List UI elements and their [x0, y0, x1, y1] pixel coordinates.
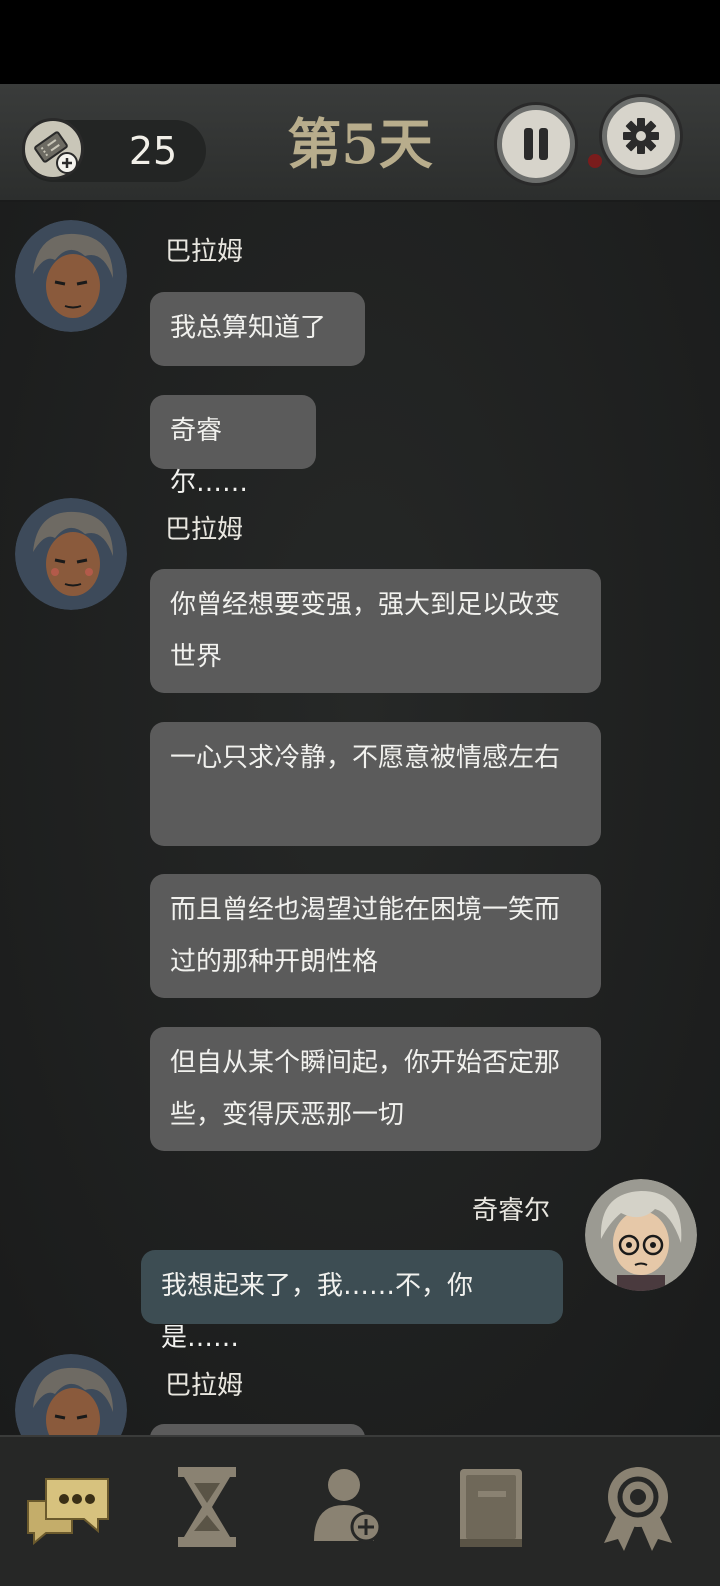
- add-contact-icon: [314, 1469, 382, 1543]
- message-bubble[interactable]: 我总算知道了: [150, 292, 365, 366]
- tab-chat[interactable]: [20, 1457, 120, 1557]
- message-bubble[interactable]: 奇睿尔……: [150, 395, 316, 498]
- chat-area[interactable]: 巴拉姆 我总算知道了 奇睿尔…… 巴拉姆 你曾经想要变强，强大到足以改变世界 一…: [0, 202, 720, 1435]
- message-bubble[interactable]: 但自从某个瞬间起，你开始否定那些，变得厌恶那一切: [150, 1027, 601, 1151]
- status-bar: [0, 0, 720, 84]
- book-icon: [460, 1469, 522, 1547]
- top-bar: 25 第5天: [0, 84, 720, 202]
- tab-contacts[interactable]: [300, 1457, 400, 1557]
- message-bubble[interactable]: 而且曾经也渴望过能在困境一笑而过的那种开朗性格: [150, 874, 601, 998]
- tab-journal[interactable]: [440, 1457, 540, 1557]
- tab-timeline[interactable]: [158, 1457, 258, 1557]
- add-ticket-button[interactable]: [22, 118, 84, 180]
- message-bubble[interactable]: 你曾经想要变强，强大到足以改变世界: [150, 569, 601, 693]
- bottom-tab-bar: [0, 1435, 720, 1586]
- blood-stain: [588, 154, 602, 168]
- avatar-baram[interactable]: [15, 1354, 127, 1435]
- avatar-qiruier[interactable]: [585, 1179, 697, 1291]
- message-bubble-self[interactable]: 我想起来了，我……不，你是……: [141, 1250, 563, 1353]
- hourglass-icon: [178, 1467, 236, 1547]
- ticket-count: 25: [128, 129, 178, 173]
- avatar-baram[interactable]: [15, 220, 127, 332]
- sender-name: 巴拉姆: [165, 237, 244, 267]
- gear-icon: [623, 118, 659, 154]
- message-bubble[interactable]: 一心只求冷静，不愿意被情感左右: [150, 722, 601, 846]
- sender-name: 奇睿尔: [471, 1196, 550, 1226]
- sender-name: 巴拉姆: [165, 1371, 244, 1401]
- sender-name: 巴拉姆: [165, 515, 244, 545]
- pause-button[interactable]: [497, 105, 575, 183]
- avatar-baram[interactable]: [15, 498, 127, 610]
- message-bubble[interactable]: [150, 1424, 365, 1435]
- tab-achievements[interactable]: [588, 1457, 688, 1557]
- chat-bubbles-icon: [27, 1478, 109, 1546]
- pause-icon: [524, 128, 548, 160]
- day-title: 第5天: [287, 112, 433, 176]
- ticket-plus-icon: [34, 131, 78, 174]
- settings-button[interactable]: [602, 97, 680, 175]
- achievement-medal-icon: [604, 1467, 672, 1551]
